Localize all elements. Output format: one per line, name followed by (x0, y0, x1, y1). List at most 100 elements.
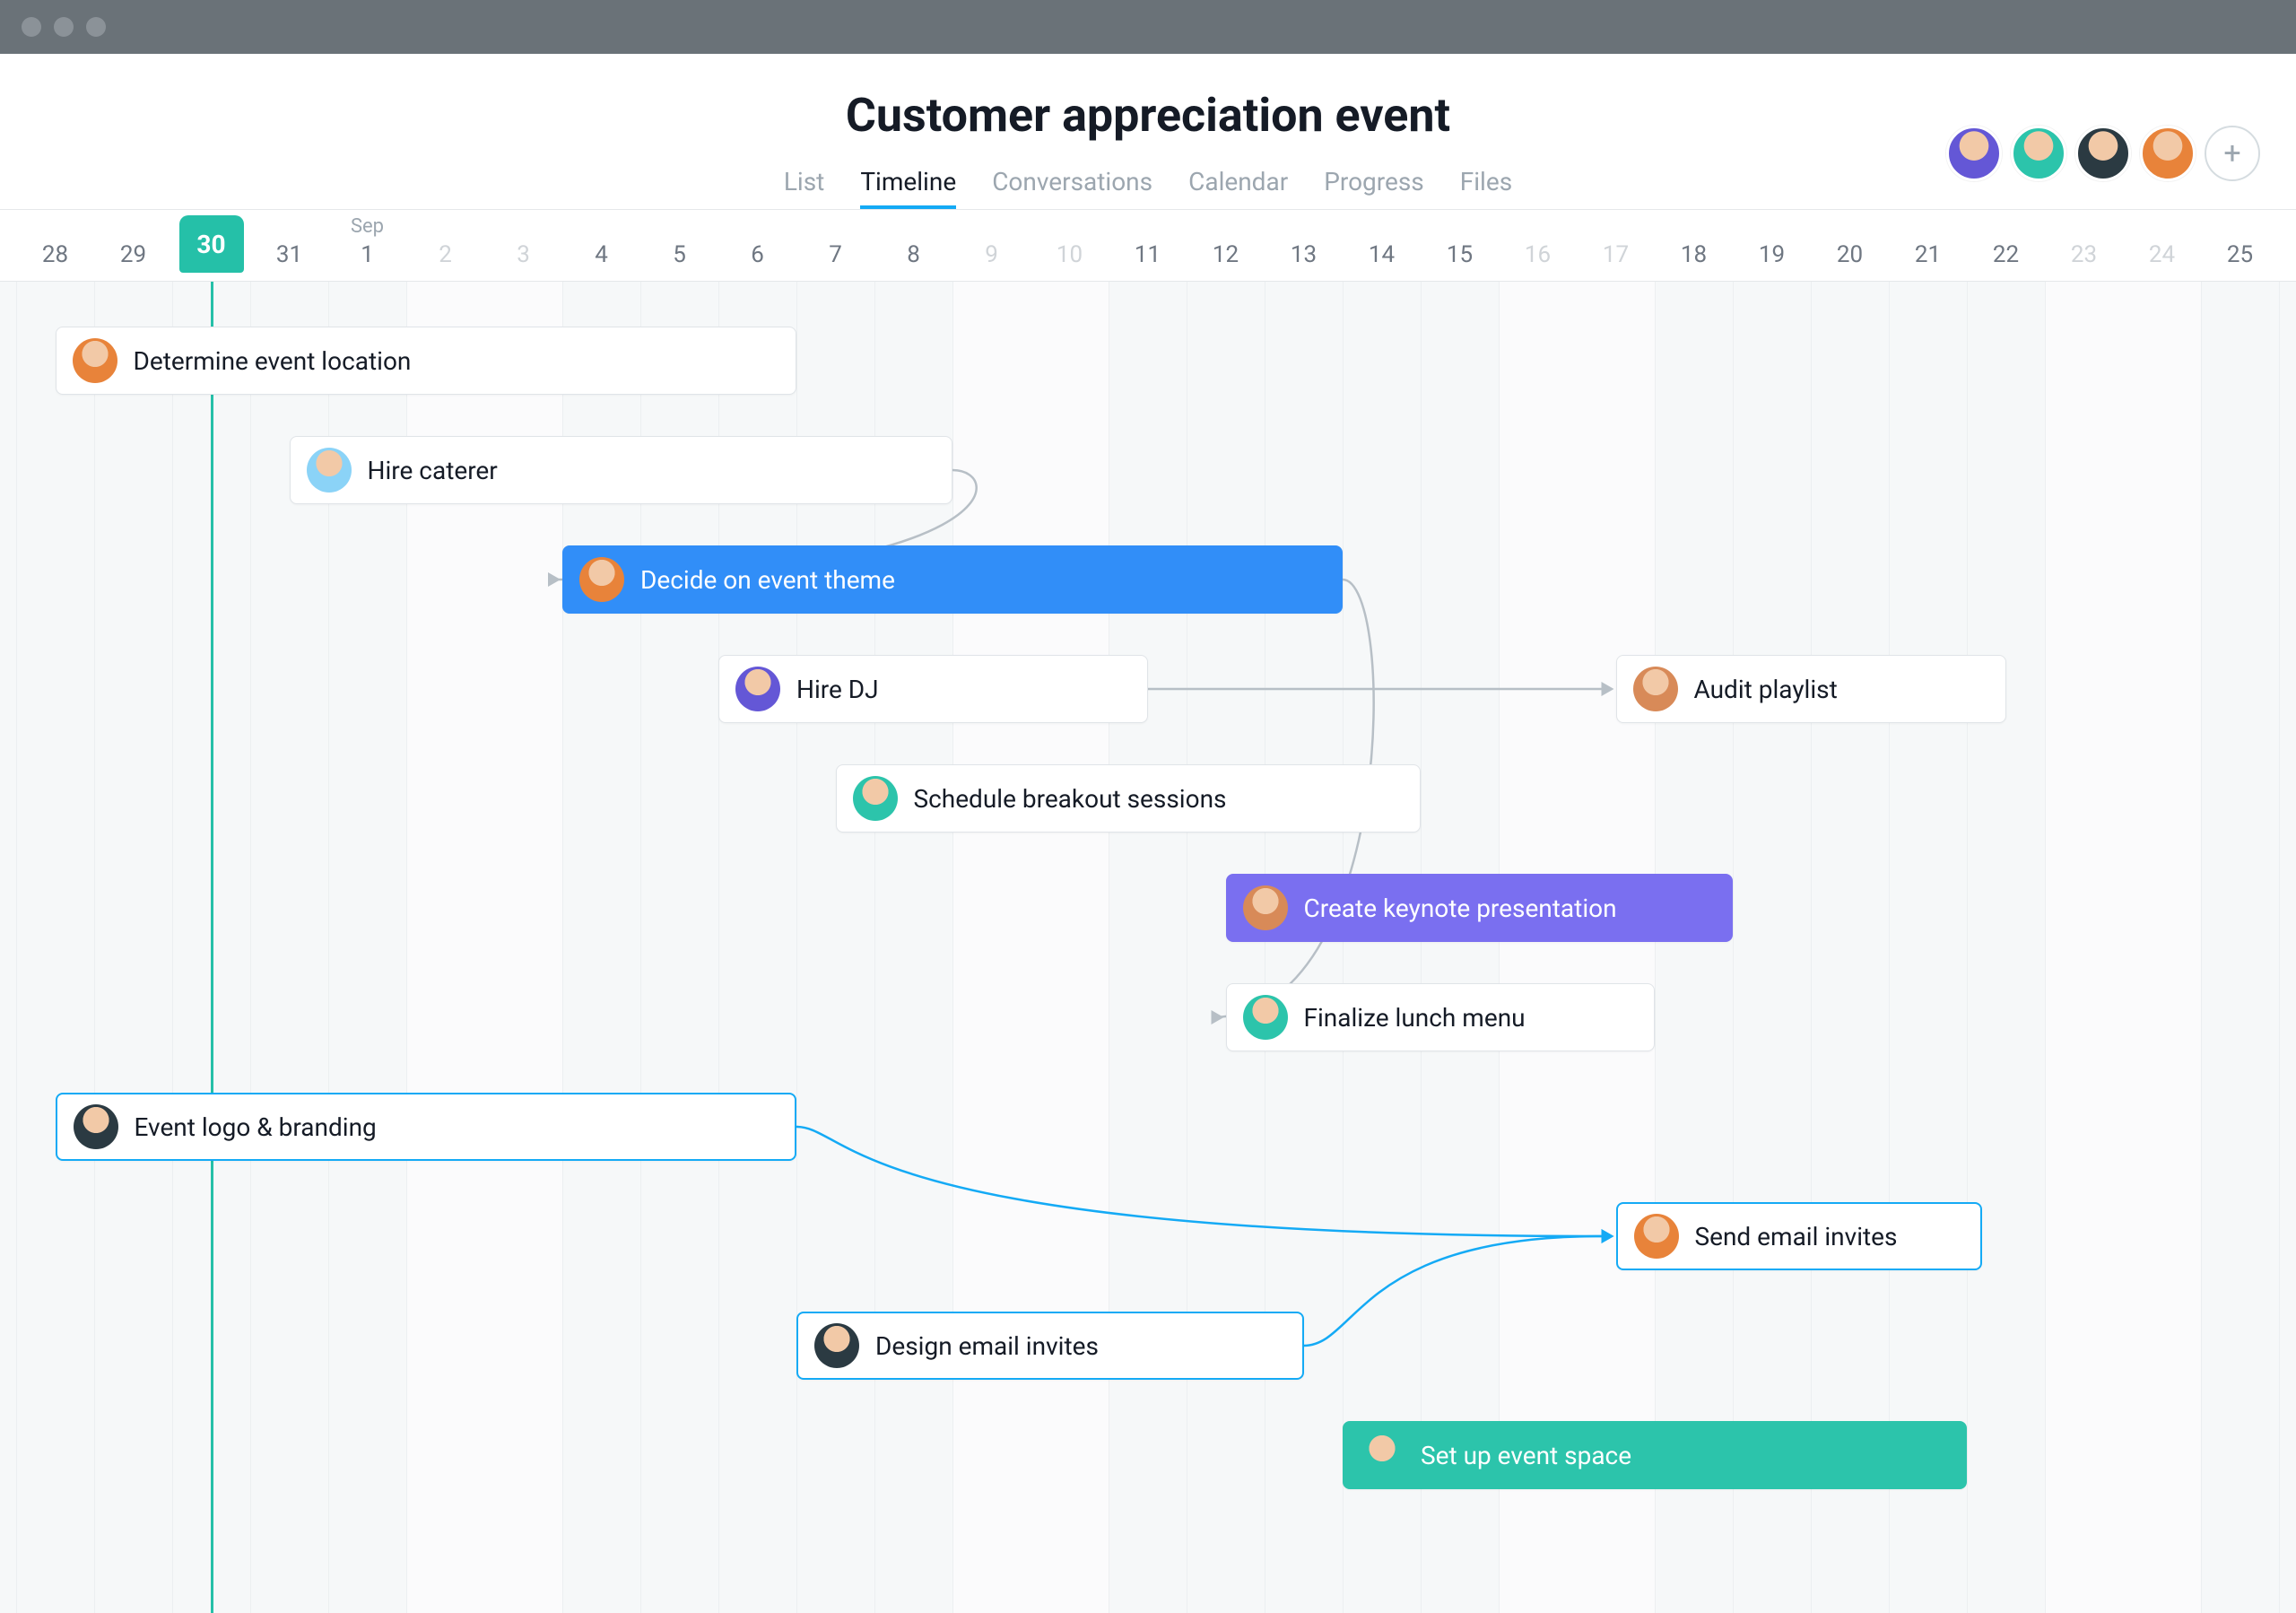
ruler-day: 23 (2045, 210, 2123, 281)
ruler-month-label: Sep (328, 215, 406, 238)
ruler-today-bubble: 30 (179, 215, 244, 273)
task-bar[interactable]: Design email invites (796, 1312, 1304, 1380)
ruler-day: 28 (16, 210, 94, 281)
ruler-day-number: 8 (874, 241, 952, 268)
member-avatar[interactable] (2075, 126, 2131, 181)
task-label: Design email invites (875, 1331, 1099, 1361)
task-bar[interactable]: Determine event location (56, 327, 797, 395)
ruler-day: 13 (1265, 210, 1343, 281)
task-bar[interactable]: Send email invites (1616, 1202, 1983, 1270)
ruler-day-number: 29 (94, 241, 172, 268)
task-assignee-avatar (1243, 885, 1288, 930)
tab-list[interactable]: List (784, 167, 825, 209)
ruler-day: 17 (1577, 210, 1655, 281)
task-assignee-avatar (1633, 667, 1678, 711)
traffic-light-close[interactable] (22, 17, 41, 37)
ruler-day: 10 (1031, 210, 1109, 281)
task-assignee-avatar (73, 338, 117, 383)
task-label: Schedule breakout sessions (914, 784, 1227, 814)
ruler-day: 15 (1421, 210, 1499, 281)
ruler-day-number: 19 (1733, 241, 1811, 268)
ruler-day-number: 1 (328, 241, 406, 268)
task-assignee-avatar (853, 776, 898, 821)
task-label: Event logo & branding (135, 1112, 377, 1142)
task-label: Determine event location (134, 346, 412, 376)
ruler-day-number: 13 (1265, 241, 1343, 268)
project-header: Customer appreciation event ListTimeline… (0, 54, 2296, 210)
task-bar[interactable]: Set up event space (1343, 1421, 1967, 1489)
ruler-day-number: 23 (2045, 241, 2123, 268)
ruler-day: Sep 1 (328, 210, 406, 281)
ruler-day: 24 (2123, 210, 2201, 281)
task-bar[interactable]: Hire DJ (718, 655, 1148, 723)
today-indicator (211, 282, 213, 1613)
ruler-day-number: 21 (1889, 241, 1967, 268)
task-bar[interactable]: Schedule breakout sessions (836, 764, 1422, 833)
ruler-day-number: 6 (718, 241, 796, 268)
ruler-day: 2 (406, 210, 484, 281)
task-assignee-avatar (1243, 995, 1288, 1040)
ruler-day-number: 18 (1655, 241, 1733, 268)
task-label: Hire caterer (368, 456, 498, 485)
ruler-day-number: 26 (2279, 241, 2296, 268)
window-titlebar (0, 0, 2296, 54)
task-label: Send email invites (1695, 1222, 1898, 1251)
task-bar[interactable]: Audit playlist (1616, 655, 2006, 723)
ruler-day-number: 24 (2123, 241, 2201, 268)
task-label: Hire DJ (796, 675, 879, 704)
tab-timeline[interactable]: Timeline (860, 167, 956, 209)
tab-progress[interactable]: Progress (1324, 167, 1424, 209)
ruler-day-number: 25 (2201, 241, 2279, 268)
task-bar[interactable]: Event logo & branding (56, 1093, 797, 1161)
ruler-day: 31 (250, 210, 328, 281)
ruler-day: 29 (94, 210, 172, 281)
tab-files[interactable]: Files (1460, 167, 1512, 209)
ruler-day-number: 16 (1499, 241, 1577, 268)
ruler-day-number: 31 (250, 241, 328, 268)
task-bar[interactable]: Decide on event theme (562, 545, 1343, 614)
task-bar[interactable]: Create keynote presentation (1226, 874, 1734, 942)
task-assignee-avatar (1360, 1433, 1405, 1478)
ruler-day: 22 (1967, 210, 2045, 281)
task-assignee-avatar (74, 1104, 118, 1149)
timeline-ruler: 28293031Sep12345678910111213141516171819… (0, 210, 2296, 282)
task-label: Decide on event theme (640, 565, 895, 595)
ruler-day: 26 (2279, 210, 2296, 281)
ruler-day: 12 (1187, 210, 1265, 281)
ruler-day-number: 4 (562, 241, 640, 268)
ruler-day-number: 15 (1421, 241, 1499, 268)
ruler-day: 14 (1343, 210, 1421, 281)
ruler-day: 6 (718, 210, 796, 281)
task-assignee-avatar (735, 667, 780, 711)
timeline-canvas[interactable]: Determine event location Hire caterer Deci… (0, 282, 2296, 1613)
ruler-day-number: 20 (1811, 241, 1889, 268)
ruler-day: 18 (1655, 210, 1733, 281)
ruler-day: 9 (952, 210, 1031, 281)
ruler-day-number: 3 (484, 241, 562, 268)
task-assignee-avatar (579, 557, 624, 602)
ruler-day: 3 (484, 210, 562, 281)
ruler-day: 21 (1889, 210, 1967, 281)
ruler-day-number: 14 (1343, 241, 1421, 268)
ruler-day-number: 17 (1577, 241, 1655, 268)
ruler-day: 19 (1733, 210, 1811, 281)
tab-calendar[interactable]: Calendar (1188, 167, 1288, 209)
ruler-day-number: 22 (1967, 241, 2045, 268)
member-avatar[interactable] (2011, 126, 2066, 181)
ruler-day: 7 (796, 210, 874, 281)
task-bar[interactable]: Hire caterer (290, 436, 953, 504)
member-avatar[interactable] (2140, 126, 2196, 181)
task-bar[interactable]: Finalize lunch menu (1226, 983, 1656, 1051)
task-label: Create keynote presentation (1304, 894, 1617, 923)
ruler-day: 25 (2201, 210, 2279, 281)
member-avatar[interactable] (1946, 126, 2002, 181)
ruler-day-number: 5 (640, 241, 718, 268)
add-member-button[interactable]: + (2205, 126, 2260, 181)
ruler-day: 20 (1811, 210, 1889, 281)
traffic-light-max[interactable] (86, 17, 106, 37)
traffic-light-min[interactable] (54, 17, 74, 37)
ruler-day: 16 (1499, 210, 1577, 281)
ruler-day: 8 (874, 210, 952, 281)
ruler-day-number: 9 (952, 241, 1031, 268)
tab-conversations[interactable]: Conversations (992, 167, 1152, 209)
